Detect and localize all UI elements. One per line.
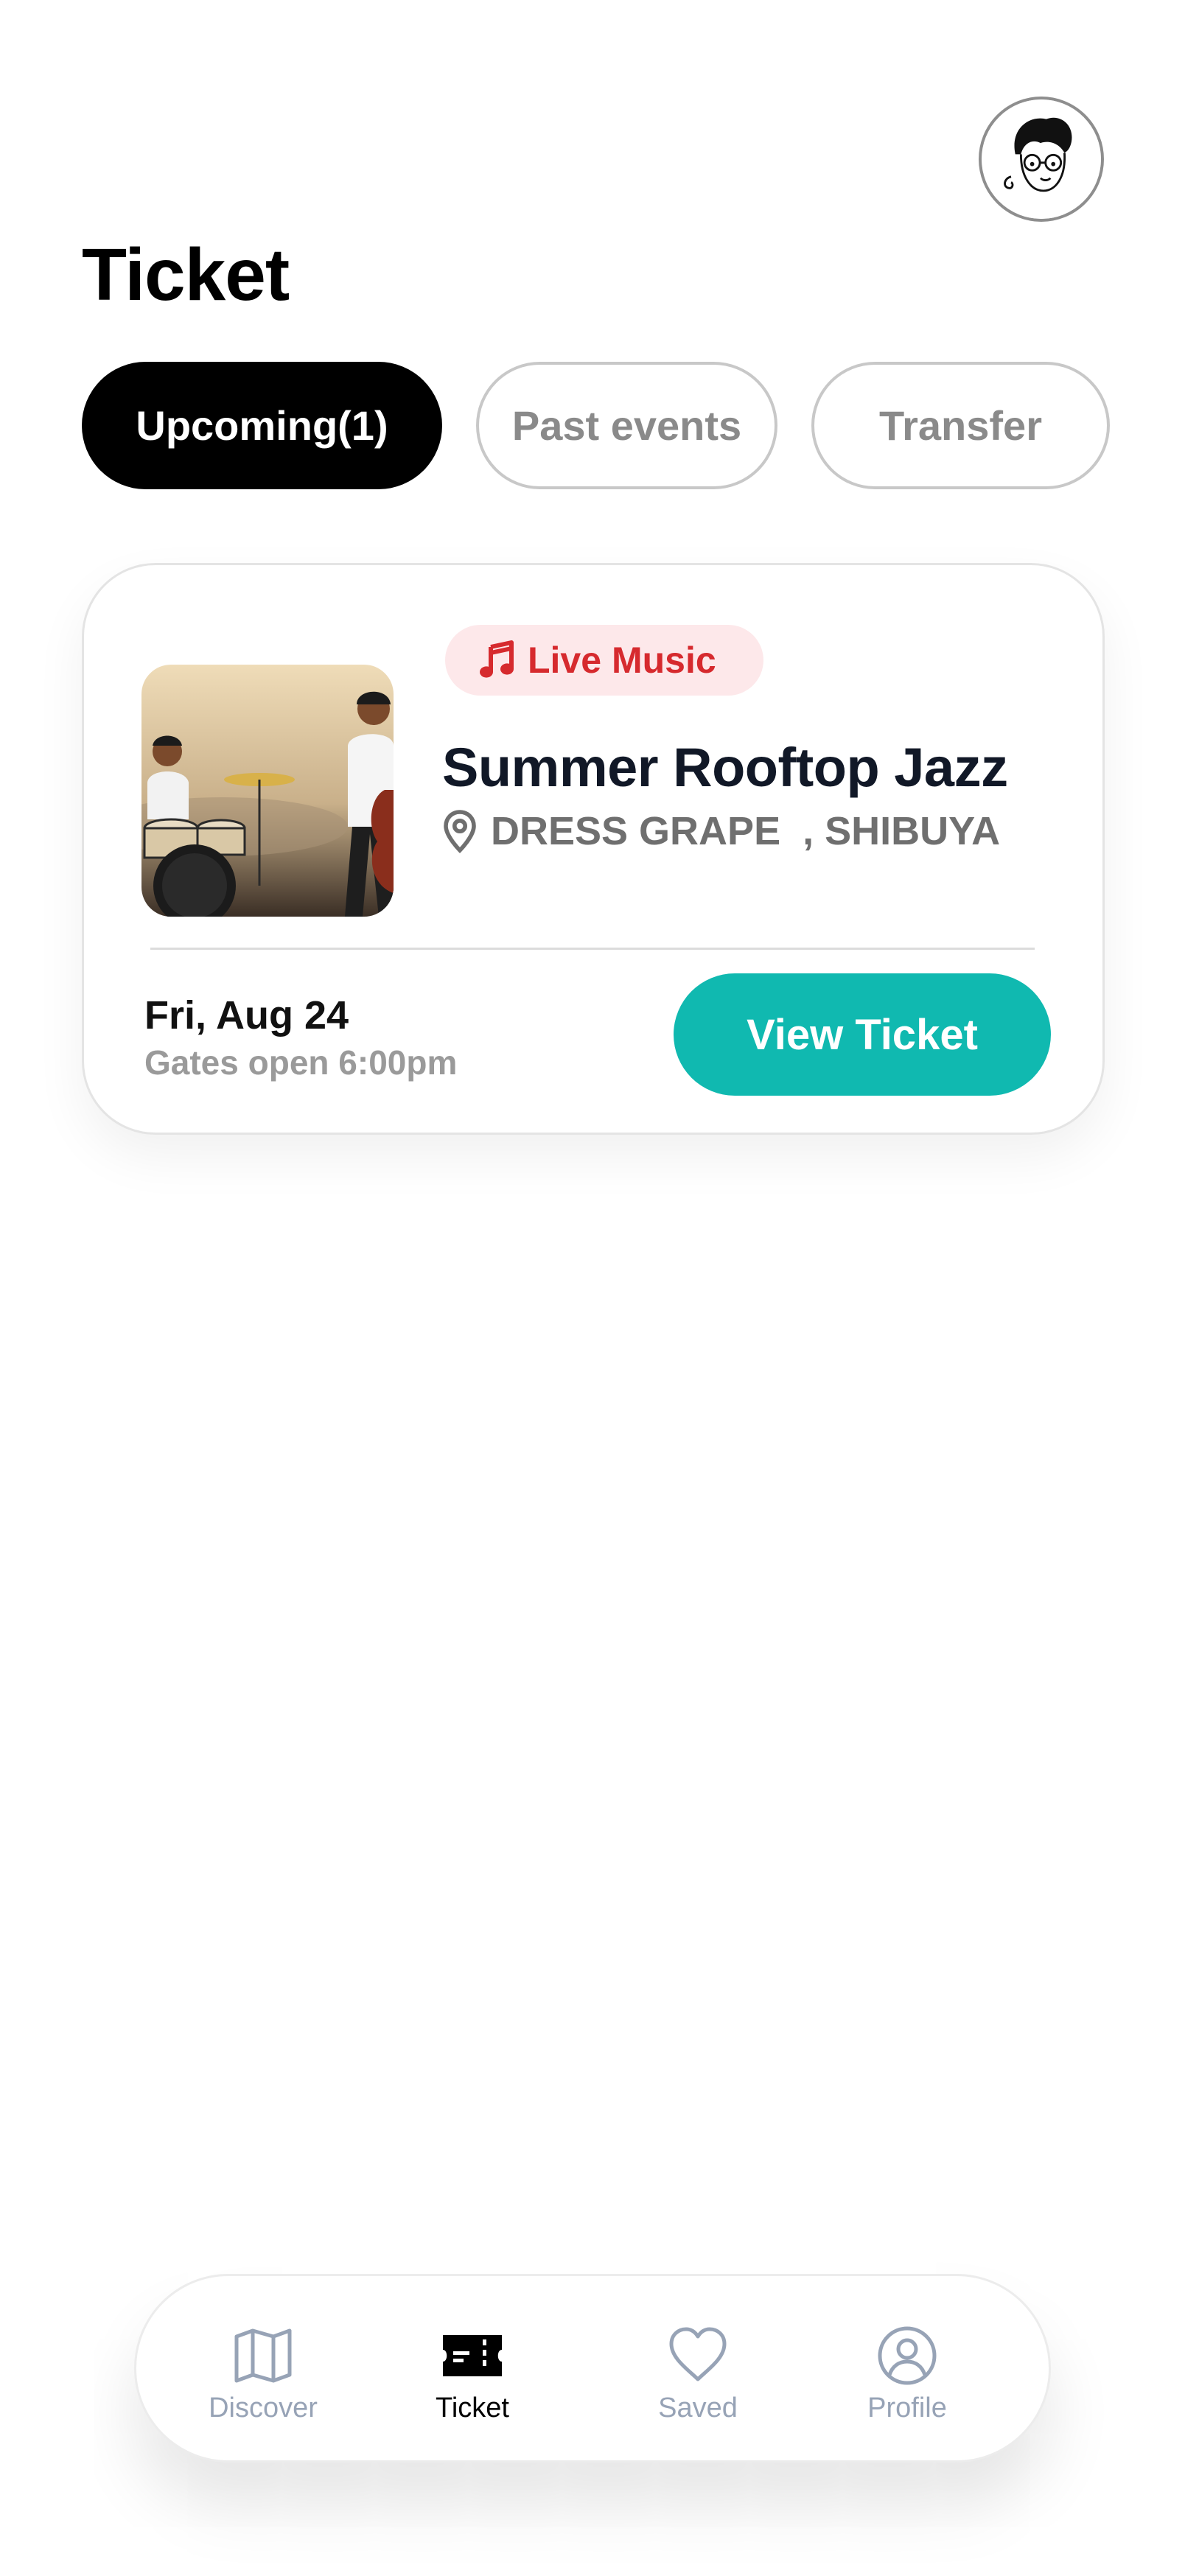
user-avatar-icon <box>982 99 1101 219</box>
nav-item-saved[interactable]: Saved <box>609 2276 786 2465</box>
location-pin-icon <box>444 810 476 853</box>
nav-label-discover: Discover <box>209 2393 318 2423</box>
event-venue: DRESS GRAPE , SHIBUYA <box>442 808 1000 854</box>
nav-item-profile[interactable]: Profile <box>819 2276 996 2465</box>
event-title: Summer Rooftop Jazz <box>442 737 1008 798</box>
profile-icon <box>878 2326 937 2385</box>
event-date: Fri, Aug 24 <box>144 993 349 1037</box>
category-badge: Live Music <box>445 625 763 696</box>
nav-label-profile: Profile <box>867 2393 947 2423</box>
category-label: Live Music <box>528 640 716 681</box>
avatar[interactable] <box>979 97 1104 222</box>
tab-transfer[interactable]: Transfer <box>811 362 1110 489</box>
page-title: Ticket <box>82 234 290 316</box>
ticket-icon <box>443 2335 502 2376</box>
nav-item-ticket[interactable]: Ticket <box>384 2276 561 2465</box>
nav-label-ticket: Ticket <box>436 2393 509 2423</box>
gates-open-time: Gates open 6:00pm <box>144 1043 458 1082</box>
bottom-nav: Discover Ticket Saved Profile <box>134 2274 1051 2463</box>
map-icon <box>234 2328 292 2383</box>
ticket-card[interactable]: Live Music Summer Rooftop Jazz DRESS GRA… <box>82 563 1105 1135</box>
nav-item-discover[interactable]: Discover <box>175 2276 352 2465</box>
tab-past-events[interactable]: Past events <box>476 362 777 489</box>
nav-label-saved: Saved <box>658 2393 738 2423</box>
heart-icon <box>669 2327 727 2381</box>
view-ticket-button[interactable]: View Ticket <box>674 973 1051 1096</box>
venue-label: DRESS GRAPE , SHIBUYA <box>491 809 1001 853</box>
music-note-icon <box>480 640 514 678</box>
card-divider <box>150 948 1035 950</box>
tab-upcoming[interactable]: Upcoming(1) <box>82 362 442 489</box>
ticket-tabs: Upcoming(1) Past events Transfer <box>82 362 1110 489</box>
event-image <box>141 665 394 917</box>
